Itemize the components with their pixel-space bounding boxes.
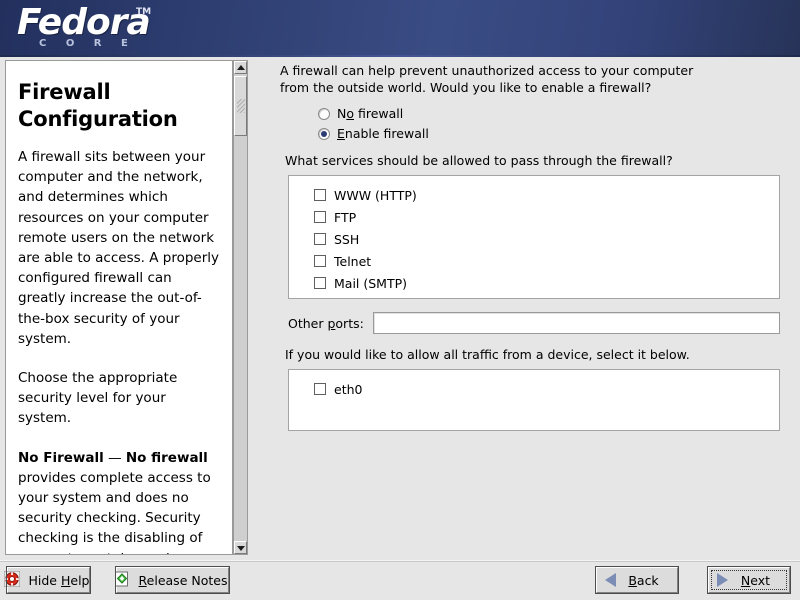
- help-section: No Firewall — No firewall provides compl…: [18, 448, 220, 554]
- back-label: Back: [628, 572, 659, 588]
- hide-help-button[interactable]: Hide Help: [3, 566, 91, 594]
- help-paragraph: Choose the appropriate security level fo…: [18, 370, 178, 427]
- chevron-down-icon: [236, 545, 245, 551]
- other-ports-label: Other ports:: [288, 315, 364, 331]
- trademark-symbol: TM: [136, 7, 152, 17]
- radio-option-enable-firewall[interactable]: Enable firewall: [318, 124, 785, 143]
- document-plus-icon: [114, 571, 130, 590]
- list-item[interactable]: Mail (SMTP): [289, 272, 779, 294]
- list-item[interactable]: eth0: [289, 378, 779, 400]
- device-list[interactable]: eth0: [288, 369, 780, 431]
- list-item-label: Telnet: [334, 253, 372, 269]
- fedora-logo: Fedora TM C O R E: [17, 3, 247, 53]
- next-button[interactable]: Next: [707, 566, 791, 594]
- services-list[interactable]: WWW (HTTP) FTP SSH Telnet Mail (SMTP): [288, 175, 780, 299]
- radio-label: Enable firewall: [337, 126, 429, 141]
- list-item-label: WWW (HTTP): [334, 187, 417, 203]
- installer-window: Fedora TM C O R E Firewall Configuration…: [0, 0, 800, 600]
- device-note-label: If you would like to allow all traffic f…: [285, 347, 690, 362]
- intro-text: A firewall can help prevent unauthorized…: [280, 63, 694, 95]
- release-notes-button[interactable]: Release Notes: [114, 566, 230, 594]
- help-panel: Firewall Configuration A firewall sits b…: [5, 60, 248, 557]
- fedora-banner: Fedora TM C O R E: [0, 0, 800, 57]
- help-section-body: provides complete access to your system …: [18, 469, 211, 554]
- checkbox-indicator[interactable]: [314, 255, 326, 267]
- radio-indicator[interactable]: [318, 127, 330, 140]
- button-bar: Hide Help Release Notes Back Next: [0, 562, 800, 600]
- help-scrollbar[interactable]: [233, 60, 248, 555]
- lifering-help-icon: [3, 570, 20, 590]
- radio-label: No firewall: [337, 106, 404, 121]
- checkbox-indicator[interactable]: [314, 277, 326, 289]
- checkbox-indicator[interactable]: [314, 383, 326, 395]
- hide-help-label: Hide Help: [28, 572, 90, 588]
- list-item[interactable]: SSH: [289, 228, 779, 250]
- checkbox-indicator[interactable]: [314, 233, 326, 245]
- radio-indicator[interactable]: [318, 107, 330, 120]
- checkbox-indicator[interactable]: [314, 189, 326, 201]
- list-item[interactable]: Telnet: [289, 250, 779, 272]
- help-document: Firewall Configuration A firewall sits b…: [5, 60, 233, 555]
- other-ports-input[interactable]: [372, 312, 780, 334]
- help-paragraph: A firewall sits between your computer an…: [18, 149, 220, 347]
- back-button[interactable]: Back: [595, 566, 679, 594]
- radio-option-no-firewall[interactable]: No firewall: [318, 104, 785, 123]
- help-section-lead-alt: No firewall: [125, 449, 208, 466]
- list-item-label: SSH: [334, 231, 360, 247]
- help-section-lead: No Firewall: [18, 449, 104, 466]
- list-item-label: eth0: [334, 381, 363, 397]
- triangle-left-icon: [605, 573, 616, 587]
- release-notes-label: Release Notes: [138, 572, 228, 588]
- scroll-up-button[interactable]: [234, 61, 247, 74]
- scrollbar-thumb[interactable]: [234, 76, 247, 136]
- list-item[interactable]: FTP: [289, 206, 779, 228]
- checkbox-indicator[interactable]: [314, 211, 326, 223]
- chevron-up-icon: [236, 64, 245, 70]
- scroll-down-button[interactable]: [234, 541, 247, 554]
- services-question-label: What services should be allowed to pass …: [285, 153, 673, 168]
- list-item-label: Mail (SMTP): [334, 275, 408, 291]
- fedora-logo-wordmark: Fedora: [17, 2, 151, 43]
- firewall-config-form: A firewall can help prevent unauthorized…: [280, 62, 785, 431]
- list-item-label: FTP: [334, 209, 357, 225]
- focus-indicator: [711, 570, 787, 590]
- list-item[interactable]: WWW (HTTP): [289, 184, 779, 206]
- fedora-logo-edition: C O R E: [39, 38, 136, 49]
- firewall-enable-radio-group: No firewall Enable firewall: [318, 104, 785, 143]
- grip-icon: [237, 99, 245, 113]
- help-title: Firewall Configuration: [18, 80, 178, 131]
- help-section-dash: —: [103, 449, 126, 466]
- other-ports-row: Other ports:: [288, 312, 780, 334]
